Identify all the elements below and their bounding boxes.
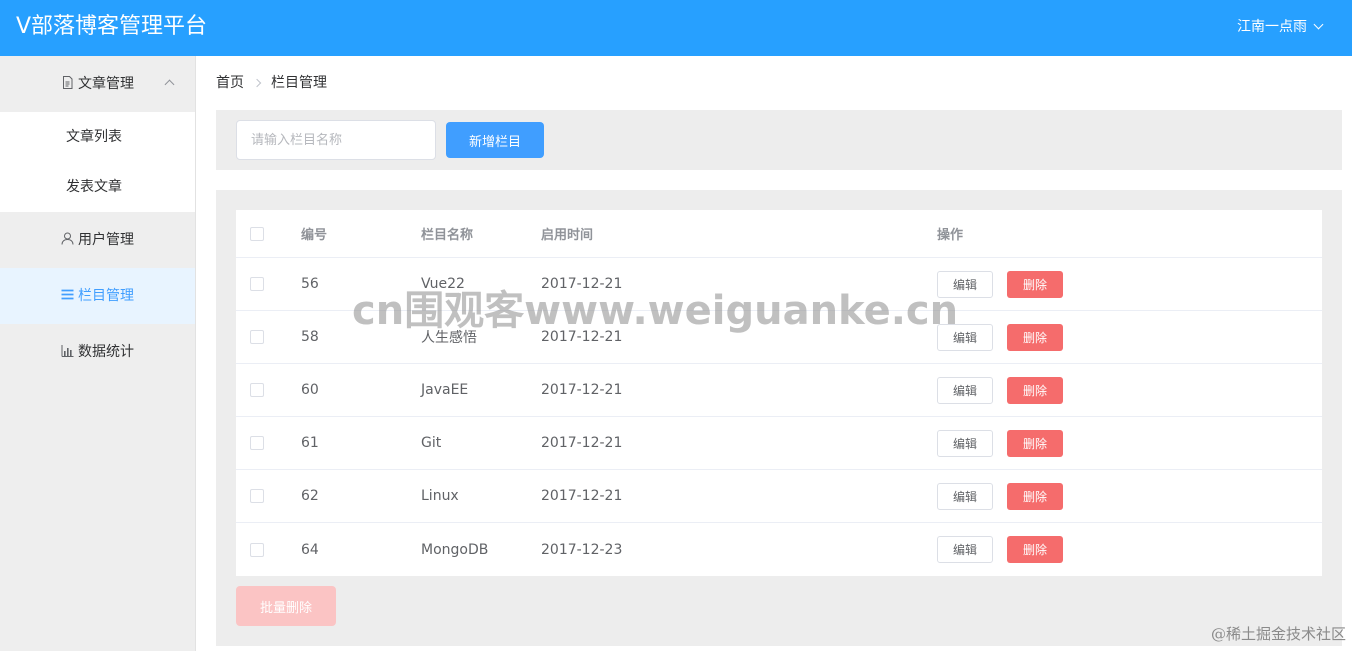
sidebar-item-stats[interactable]: 数据统计 bbox=[0, 324, 195, 380]
cell-ops: 编辑 删除 bbox=[937, 523, 1063, 576]
cell-ops: 编辑 删除 bbox=[937, 311, 1063, 363]
sidebar-item-label: 栏目管理 bbox=[78, 288, 134, 304]
content-panel: 编号 栏目名称 启用时间 操作 56 Vue22 2017-12-21 编辑 删除 58 人… bbox=[216, 190, 1342, 646]
breadcrumb-current: 栏目管理 bbox=[271, 75, 327, 91]
cell-name: Vue22 bbox=[421, 276, 465, 292]
sidebar-group-label: 文章管理 bbox=[78, 76, 134, 92]
cell-name: MongoDB bbox=[421, 541, 489, 558]
row-checkbox[interactable] bbox=[250, 383, 264, 397]
app-header: V部落博客管理平台 江南一点雨 bbox=[0, 0, 1352, 56]
cell-name: JavaEE bbox=[421, 382, 469, 398]
cell-ops: 编辑 删除 bbox=[937, 364, 1063, 416]
cell-date: 2017-12-23 bbox=[541, 541, 623, 558]
user-name: 江南一点雨 bbox=[1237, 19, 1307, 35]
cell-date: 2017-12-21 bbox=[541, 435, 623, 451]
table-row: 58 人生感悟 2017-12-21 编辑 删除 bbox=[236, 311, 1322, 364]
cell-id: 61 bbox=[301, 435, 319, 451]
cell-date: 2017-12-21 bbox=[541, 382, 623, 398]
row-checkbox[interactable] bbox=[250, 277, 264, 291]
column-header-name: 栏目名称 bbox=[421, 228, 474, 243]
column-name-input[interactable] bbox=[236, 120, 436, 160]
sidebar-item-article-list[interactable]: 文章列表 bbox=[0, 112, 195, 162]
row-checkbox[interactable] bbox=[250, 489, 264, 503]
table-row: 62 Linux 2017-12-21 编辑 删除 bbox=[236, 470, 1322, 523]
delete-button[interactable]: 删除 bbox=[1007, 323, 1063, 351]
row-checkbox[interactable] bbox=[250, 542, 264, 557]
cell-name: Git bbox=[421, 435, 442, 451]
sidebar-item-label: 用户管理 bbox=[78, 232, 134, 248]
edit-button[interactable]: 编辑 bbox=[937, 429, 993, 457]
document-icon bbox=[63, 76, 73, 89]
delete-button[interactable]: 删除 bbox=[1007, 429, 1063, 457]
cell-ops: 编辑 删除 bbox=[937, 258, 1063, 310]
app-title: V部落博客管理平台 bbox=[16, 14, 208, 39]
list-icon bbox=[61, 289, 74, 300]
sidebar-item-publish-article[interactable]: 发表文章 bbox=[0, 162, 195, 212]
cell-date: 2017-12-21 bbox=[541, 488, 623, 504]
cell-id: 60 bbox=[301, 382, 319, 398]
row-checkbox[interactable] bbox=[250, 436, 264, 450]
edit-button[interactable]: 编辑 bbox=[937, 482, 993, 510]
sidebar-item-users[interactable]: 用户管理 bbox=[0, 212, 195, 268]
bar-chart-icon bbox=[61, 345, 74, 357]
cell-ops: 编辑 删除 bbox=[937, 417, 1063, 469]
cell-name: Linux bbox=[421, 488, 459, 504]
cell-ops: 编辑 删除 bbox=[937, 470, 1063, 522]
table-header-row: 编号 栏目名称 启用时间 操作 bbox=[236, 210, 1322, 258]
chevron-right-icon bbox=[252, 78, 262, 88]
user-menu[interactable]: 江南一点雨 bbox=[1237, 17, 1324, 37]
edit-button[interactable]: 编辑 bbox=[937, 536, 993, 563]
table-row: 64 MongoDB 2017-12-23 编辑 删除 bbox=[236, 523, 1322, 576]
cell-date: 2017-12-21 bbox=[541, 276, 623, 292]
delete-button[interactable]: 删除 bbox=[1007, 270, 1063, 298]
edit-button[interactable]: 编辑 bbox=[937, 323, 993, 351]
user-icon bbox=[61, 232, 74, 245]
edit-button[interactable]: 编辑 bbox=[937, 376, 993, 404]
cell-id: 56 bbox=[301, 276, 319, 292]
edit-button[interactable]: 编辑 bbox=[937, 270, 993, 298]
toolbar: 新增栏目 bbox=[216, 110, 1342, 170]
columns-table: 编号 栏目名称 启用时间 操作 56 Vue22 2017-12-21 编辑 删除 58 人… bbox=[236, 210, 1322, 576]
sidebar: 文章管理 文章列表 发表文章 用户管理 栏目管理 数据统计 bbox=[0, 56, 196, 651]
chevron-down-icon bbox=[1313, 19, 1324, 30]
cell-date: 2017-12-21 bbox=[541, 329, 623, 345]
column-header-id: 编号 bbox=[301, 228, 328, 243]
batch-delete-button[interactable]: 批量删除 bbox=[236, 586, 336, 626]
sidebar-item-columns[interactable]: 栏目管理 bbox=[0, 268, 195, 324]
column-header-ops: 操作 bbox=[937, 228, 964, 243]
sidebar-item-label: 数据统计 bbox=[78, 344, 134, 360]
select-all-checkbox[interactable] bbox=[250, 226, 264, 241]
column-header-date: 启用时间 bbox=[541, 228, 594, 243]
delete-button[interactable]: 删除 bbox=[1007, 376, 1063, 404]
delete-button[interactable]: 删除 bbox=[1007, 536, 1063, 563]
row-checkbox[interactable] bbox=[250, 330, 264, 344]
table-row: 56 Vue22 2017-12-21 编辑 删除 bbox=[236, 258, 1322, 311]
breadcrumb-home[interactable]: 首页 bbox=[216, 75, 244, 91]
sidebar-group-articles[interactable]: 文章管理 bbox=[0, 56, 195, 112]
corner-watermark: @稀土掘金技术社区 bbox=[1210, 625, 1346, 643]
table-row: 60 JavaEE 2017-12-21 编辑 删除 bbox=[236, 364, 1322, 417]
table-row: 61 Git 2017-12-21 编辑 删除 bbox=[236, 417, 1322, 470]
cell-id: 62 bbox=[301, 488, 319, 504]
cell-id: 64 bbox=[301, 541, 319, 558]
delete-button[interactable]: 删除 bbox=[1007, 482, 1063, 510]
breadcrumb: 首页 栏目管理 bbox=[216, 74, 327, 92]
cell-name: 人生感悟 bbox=[421, 330, 477, 346]
cell-id: 58 bbox=[301, 329, 319, 345]
add-column-button[interactable]: 新增栏目 bbox=[446, 122, 544, 158]
